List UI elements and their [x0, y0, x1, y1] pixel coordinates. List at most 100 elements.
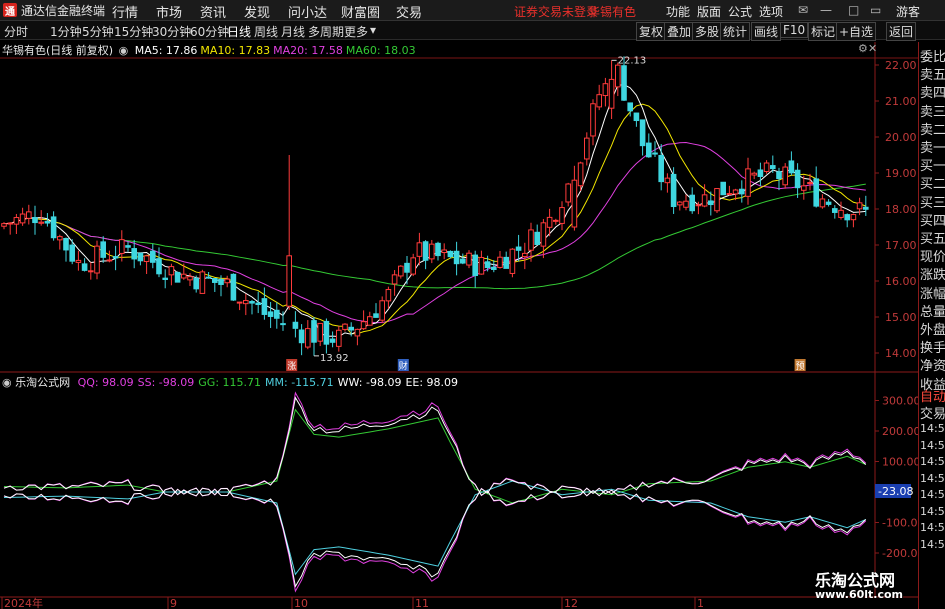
candle-body [670, 173, 677, 208]
candle-body [726, 193, 733, 196]
candle-body [689, 194, 696, 212]
high-price-label: 22.13 [618, 55, 647, 66]
candle-body [478, 256, 485, 275]
chart-settings-icon[interactable]: ⚙ [858, 42, 868, 55]
indicator-settings-icon[interactable]: ◉ [2, 376, 12, 389]
candle-body [621, 65, 627, 101]
candle-body [243, 300, 249, 305]
candle-body [81, 263, 88, 271]
candle-body [298, 329, 305, 344]
candle-body [143, 255, 150, 263]
candle-body [112, 256, 119, 259]
candle-body [788, 160, 795, 174]
candle-body [695, 204, 702, 207]
candle-body [329, 338, 336, 343]
main-chart-title: 华锡有色(日线 前复权) [2, 44, 114, 57]
candle-body [44, 221, 51, 224]
candle-body [57, 236, 63, 241]
low-price-label: 13.92 [320, 353, 349, 364]
side-label-3: 卖三 [920, 104, 945, 120]
candle-body [633, 112, 640, 122]
candle-body [559, 207, 565, 224]
tick-time: 14:56 [920, 422, 945, 435]
ma60g-path [3, 183, 866, 290]
candle-body [311, 320, 317, 343]
trade-label[interactable]: 交易 [920, 403, 945, 422]
candle-body [701, 194, 708, 207]
candle-body [447, 250, 454, 258]
candle-body [193, 277, 199, 290]
settings-icon[interactable]: ◉ [119, 44, 129, 57]
candle-body [212, 278, 218, 283]
side-label-13: 涨幅 [920, 286, 945, 302]
candle-body [639, 119, 646, 147]
indicator-label-5: EE: 98.09 [405, 376, 459, 389]
candle-body [267, 311, 274, 317]
tick-time: 14:56 [920, 488, 945, 501]
candle-body [553, 219, 559, 222]
ma-label-2: MA20: 17.58 [273, 44, 343, 57]
candle-body [88, 270, 94, 273]
date-label: 12 [564, 597, 578, 609]
candle-body [770, 165, 776, 170]
side-label-16: 换手 [920, 341, 945, 357]
candle-body [658, 154, 665, 183]
indicator-label-3: MM: -115.71 [265, 376, 334, 389]
candle-body [460, 258, 466, 264]
candle-body [546, 216, 553, 228]
side-label-6: 买一 [920, 159, 945, 175]
ee-line [3, 396, 867, 506]
side-label-4: 卖二 [920, 122, 945, 138]
tick-time: 14:56 [920, 504, 945, 518]
candle-body [807, 182, 813, 185]
candle-body [683, 200, 689, 208]
candle-body [596, 94, 603, 108]
ma20-line [3, 141, 866, 324]
candle-body [323, 320, 330, 345]
price-tick-label: 17.00 [885, 239, 917, 252]
side-label-0: 委比 [920, 50, 945, 65]
candle-body [69, 244, 76, 262]
event-marker-label[interactable]: 涨 [287, 361, 296, 372]
candle-body [379, 300, 385, 321]
candle-body [745, 168, 751, 197]
candle-body [739, 188, 745, 195]
event-marker-label[interactable]: 财 [399, 360, 408, 372]
indicator-title: 乐淘公式网 [15, 376, 71, 389]
candle-body [305, 328, 311, 348]
candle-body [26, 211, 32, 219]
candle-body [435, 242, 441, 257]
candle-body [230, 273, 237, 301]
kline-chart[interactable]: 22.13 13.92 22.00 21.00 20.00 19.00 18.00 17.0… [0, 0, 945, 609]
candle-body [106, 259, 113, 262]
candle-body [590, 103, 596, 137]
candle-body [515, 246, 522, 251]
event-marker-label[interactable]: 预 [796, 361, 805, 372]
side-label-8: 买三 [920, 195, 945, 211]
candle-body [385, 289, 392, 302]
candle-body [503, 256, 509, 269]
candle-body [131, 248, 137, 260]
price-tick-label: 19.00 [885, 167, 917, 180]
candle-body [416, 242, 423, 257]
candle-body [391, 274, 398, 285]
candle-body [664, 177, 671, 184]
candlestick-series: 22.13 13.92 [1, 55, 869, 364]
candle-body [850, 214, 857, 221]
candle-body [236, 301, 243, 304]
candle-body [342, 323, 348, 330]
candle-body [472, 254, 478, 277]
candle-body [453, 250, 460, 265]
candle-body [751, 172, 758, 176]
chart-close-icon[interactable]: ✕ [868, 42, 877, 55]
candle-body [354, 328, 361, 337]
candle-body [863, 206, 869, 210]
candle-body [199, 271, 206, 294]
main-chart-header: 华锡有色(日线 前复权) ◉ MA5: 17.86 MA10: 17.83 MA20… [2, 42, 416, 58]
candle-body [7, 222, 13, 225]
candle-body [466, 252, 472, 266]
candle-body [100, 241, 107, 258]
candle-body [336, 329, 342, 347]
date-label: 9 [170, 597, 177, 609]
candle-body [441, 249, 447, 254]
